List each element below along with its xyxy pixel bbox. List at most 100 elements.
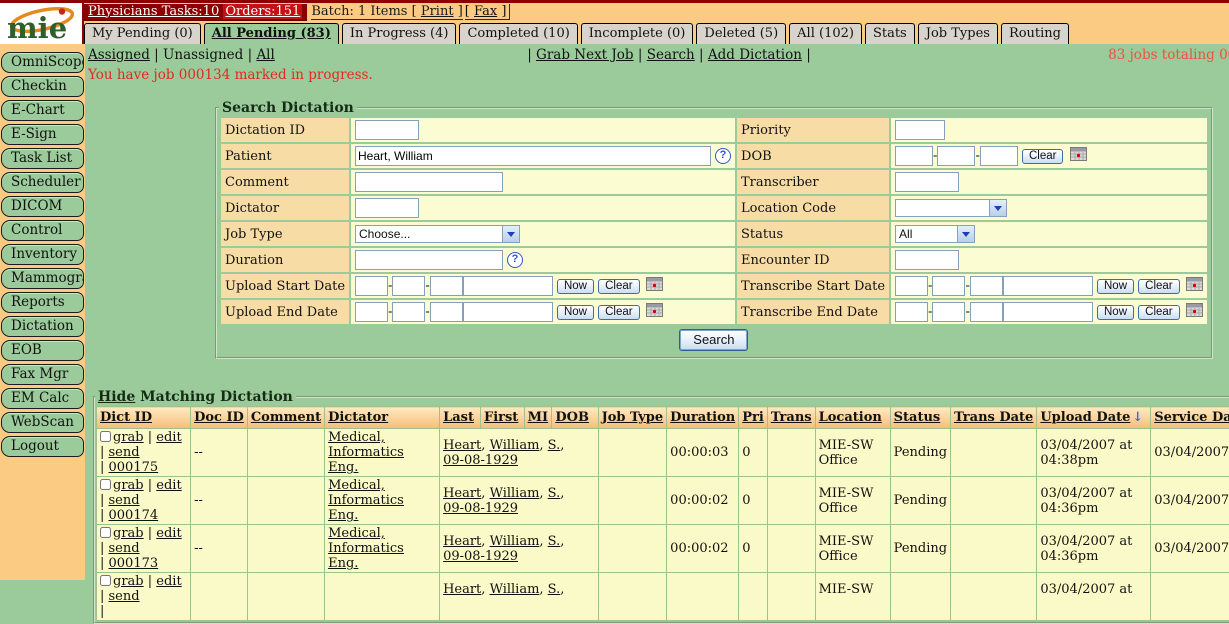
- column-link-job-type[interactable]: Job Type: [602, 410, 664, 425]
- column-link-upload-date[interactable]: Upload Date: [1040, 410, 1130, 425]
- comment-input[interactable]: [355, 172, 503, 192]
- tab-my-pending-0[interactable]: My Pending (0): [84, 23, 201, 44]
- calendar-icon[interactable]: [1186, 277, 1203, 295]
- patient-last-link[interactable]: Heart: [443, 438, 481, 453]
- upload-end-date-input-4[interactable]: [463, 302, 553, 322]
- grab-link[interactable]: grab: [113, 478, 144, 493]
- sidebar-item-fax-mgr[interactable]: Fax Mgr: [1, 364, 84, 385]
- sidebar-item-eob[interactable]: EOB: [1, 340, 84, 361]
- transcribe-start-date-input-2[interactable]: [932, 276, 965, 296]
- transcribe-start-date-input-4[interactable]: [1003, 276, 1093, 296]
- status-select[interactable]: All: [895, 225, 975, 243]
- column-link-last[interactable]: Last: [443, 410, 474, 425]
- row-checkbox[interactable]: [100, 479, 111, 490]
- sidebar-item-e-sign[interactable]: E-Sign: [1, 124, 84, 145]
- upload-end-date-input-2[interactable]: [392, 302, 425, 322]
- dict-id-link[interactable]: 000174: [109, 508, 159, 523]
- transcribe-end-date-input-3[interactable]: [970, 302, 1003, 322]
- patient-mi-link[interactable]: S.: [548, 534, 561, 549]
- column-link-dob[interactable]: DOB: [555, 410, 589, 425]
- column-link-status[interactable]: Status: [894, 410, 941, 425]
- patient-first-link[interactable]: William: [490, 582, 540, 597]
- column-link-service-date[interactable]: Service Date: [1154, 410, 1229, 425]
- dictator-link[interactable]: Medical, Informatics Eng.: [328, 478, 404, 523]
- column-link-trans-date[interactable]: Trans Date: [954, 410, 1033, 425]
- clear-button[interactable]: Clear: [1022, 149, 1063, 164]
- sidebar-item-scheduler[interactable]: Scheduler: [1, 172, 84, 193]
- dob-input-2[interactable]: [937, 146, 975, 166]
- upload-start-date-input-3[interactable]: [430, 276, 463, 296]
- calendar-icon[interactable]: [1070, 147, 1087, 165]
- transcribe-end-date-input-1[interactable]: [895, 302, 928, 322]
- tab-all-pending-83[interactable]: All Pending (83): [204, 23, 339, 44]
- sidebar-item-dicom[interactable]: DICOM: [1, 196, 84, 217]
- patient-first-link[interactable]: William: [490, 438, 540, 453]
- upload-end-date-input-3[interactable]: [430, 302, 463, 322]
- column-link-first[interactable]: First: [484, 410, 518, 425]
- patient-mi-link[interactable]: S.: [548, 438, 561, 453]
- send-link[interactable]: send: [109, 541, 140, 556]
- tab-deleted-5[interactable]: Deleted (5): [696, 23, 786, 44]
- column-link-duration[interactable]: Duration: [670, 410, 735, 425]
- grab-link[interactable]: grab: [113, 430, 144, 445]
- sidebar-item-em-calc[interactable]: EM Calc: [1, 388, 84, 409]
- filter-assigned[interactable]: Assigned: [88, 47, 150, 63]
- fax-link[interactable]: Fax: [474, 4, 497, 19]
- sidebar-item-e-chart[interactable]: E-Chart: [1, 100, 84, 121]
- column-link-doc-id[interactable]: Doc ID: [194, 410, 244, 425]
- transcribe-end-date-input-4[interactable]: [1003, 302, 1093, 322]
- now-button[interactable]: Now: [1097, 279, 1134, 294]
- patient-last-link[interactable]: Heart: [443, 582, 481, 597]
- dictator-input[interactable]: [355, 198, 419, 218]
- patient-dob-link[interactable]: 09-08-1929: [443, 549, 518, 564]
- patient-mi-link[interactable]: S.: [548, 582, 561, 597]
- sort-descending-icon[interactable]: ↓: [1132, 410, 1143, 425]
- patient-first-link[interactable]: William: [490, 486, 540, 501]
- column-link-trans[interactable]: Trans: [771, 410, 812, 425]
- tab-incomplete-0[interactable]: Incomplete (0): [581, 23, 694, 44]
- now-button[interactable]: Now: [557, 305, 594, 320]
- upload-end-date-input-1[interactable]: [355, 302, 388, 322]
- clear-button[interactable]: Clear: [598, 305, 639, 320]
- sidebar-item-checkin[interactable]: Checkin: [1, 76, 84, 97]
- sidebar-item-control[interactable]: Control: [1, 220, 84, 241]
- location-code-select[interactable]: [895, 199, 1007, 217]
- mie-logo[interactable]: mie: [0, 3, 84, 44]
- patient-dob-link[interactable]: 09-08-1929: [443, 501, 518, 516]
- row-checkbox[interactable]: [100, 431, 111, 442]
- grab-link[interactable]: grab: [113, 526, 144, 541]
- column-link-dictator[interactable]: Dictator: [328, 410, 388, 425]
- now-button[interactable]: Now: [557, 279, 594, 294]
- transcribe-start-date-input-1[interactable]: [895, 276, 928, 296]
- clear-button[interactable]: Clear: [1138, 305, 1179, 320]
- tab-completed-10[interactable]: Completed (10): [459, 23, 577, 44]
- edit-link[interactable]: edit: [156, 574, 181, 589]
- sidebar-item-inventory[interactable]: Inventory: [1, 244, 84, 265]
- edit-link[interactable]: edit: [156, 526, 181, 541]
- help-icon[interactable]: ?: [507, 252, 523, 268]
- patient-last-link[interactable]: Heart: [443, 534, 481, 549]
- column-link-pri[interactable]: Pri: [742, 410, 764, 425]
- grab-link[interactable]: grab: [113, 574, 144, 589]
- sidebar-item-omniscope[interactable]: OmniScope: [1, 52, 84, 73]
- patient-input[interactable]: [355, 146, 711, 166]
- tab-routing[interactable]: Routing: [1001, 23, 1069, 44]
- patient-mi-link[interactable]: S.: [548, 486, 561, 501]
- calendar-icon[interactable]: [646, 277, 663, 295]
- transcribe-start-date-input-3[interactable]: [970, 276, 1003, 296]
- filter-all[interactable]: All: [256, 47, 274, 63]
- dob-input-1[interactable]: [895, 146, 933, 166]
- dictator-link[interactable]: Medical, Informatics Eng.: [328, 526, 404, 571]
- encounter-id-input[interactable]: [895, 250, 959, 270]
- column-link-comment[interactable]: Comment: [251, 410, 321, 425]
- priority-input[interactable]: [895, 120, 945, 140]
- clear-button[interactable]: Clear: [598, 279, 639, 294]
- help-icon[interactable]: ?: [715, 148, 731, 164]
- patient-dob-link[interactable]: 09-08-1929: [443, 453, 518, 468]
- sidebar-item-reports[interactable]: Reports: [1, 292, 84, 313]
- send-link[interactable]: send: [109, 445, 140, 460]
- now-button[interactable]: Now: [1097, 305, 1134, 320]
- calendar-icon[interactable]: [1186, 303, 1203, 321]
- column-link-mi[interactable]: MI: [528, 410, 548, 425]
- dict-id-link[interactable]: 000173: [109, 556, 159, 571]
